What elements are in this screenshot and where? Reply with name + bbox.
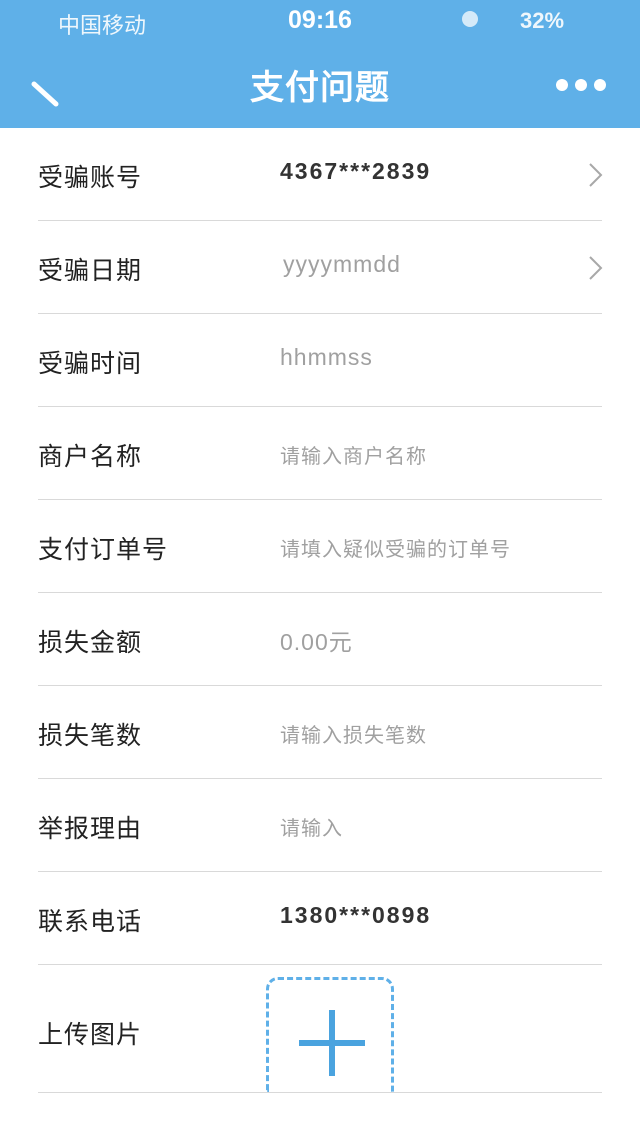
form-row-phone[interactable]: 联系电话 1380***0898 bbox=[0, 872, 640, 965]
field-label: 上传图片 bbox=[38, 1020, 143, 1049]
loss-amount-input[interactable]: 0.00元 bbox=[280, 623, 353, 657]
field-label: 举报理由 bbox=[38, 814, 143, 843]
order-number-input[interactable]: 请填入疑似受骗的订单号 bbox=[280, 533, 511, 562]
status-bar: 中国移动 09:16 32% bbox=[0, 0, 640, 40]
form-row-upload: 上传图片 bbox=[0, 965, 640, 1093]
form-row-account[interactable]: 受骗账号 4367***2839 bbox=[0, 128, 640, 221]
field-label: 受骗账号 bbox=[38, 163, 143, 192]
field-label: 商户名称 bbox=[38, 442, 143, 471]
merchant-name-input[interactable]: 请输入商户名称 bbox=[280, 440, 427, 469]
more-button[interactable] bbox=[550, 68, 612, 102]
field-label: 支付订单号 bbox=[38, 535, 169, 564]
field-label: 受骗时间 bbox=[38, 349, 143, 378]
chevron-right-icon bbox=[589, 163, 603, 187]
date-value[interactable]: yyyymmdd bbox=[283, 251, 401, 278]
time-value[interactable]: hhmmss bbox=[280, 344, 373, 371]
account-value[interactable]: 4367***2839 bbox=[280, 158, 431, 185]
field-label: 损失笔数 bbox=[38, 721, 143, 750]
form-row-amount[interactable]: 损失金额 0.00元 bbox=[0, 593, 640, 686]
loss-count-input[interactable]: 请输入损失笔数 bbox=[280, 719, 427, 748]
plus-icon bbox=[299, 1010, 365, 1076]
page-title: 支付问题 bbox=[250, 68, 390, 108]
form-row-date[interactable]: 受骗日期 yyyymmdd bbox=[0, 221, 640, 314]
chevron-right-icon bbox=[589, 256, 603, 280]
form-row-time[interactable]: 受骗时间 hhmmss bbox=[0, 314, 640, 407]
report-reason-input[interactable]: 请输入 bbox=[280, 812, 343, 841]
form-row-count[interactable]: 损失笔数 请输入损失笔数 bbox=[0, 686, 640, 779]
field-label: 损失金额 bbox=[38, 628, 143, 657]
field-label: 受骗日期 bbox=[38, 256, 143, 285]
nav-bar: 支付问题 bbox=[0, 40, 640, 128]
phone-value[interactable]: 1380***0898 bbox=[280, 902, 431, 929]
more-dots-icon bbox=[575, 79, 587, 91]
app-header: 中国移动 09:16 32% 支付问题 bbox=[0, 0, 640, 128]
status-indicator-icon bbox=[462, 11, 478, 27]
more-dots-icon bbox=[556, 79, 568, 91]
battery-percent: 32% bbox=[520, 8, 565, 33]
form-row-order[interactable]: 支付订单号 请填入疑似受骗的订单号 bbox=[0, 500, 640, 593]
field-label: 联系电话 bbox=[38, 907, 143, 936]
form-row-merchant[interactable]: 商户名称 请输入商户名称 bbox=[0, 407, 640, 500]
upload-image-button[interactable] bbox=[266, 977, 394, 1093]
form-row-reason[interactable]: 举报理由 请输入 bbox=[0, 779, 640, 872]
more-dots-icon bbox=[594, 79, 606, 91]
report-form: 受骗账号 4367***2839 受骗日期 yyyymmdd 受骗时间 hhmm… bbox=[0, 128, 640, 1093]
